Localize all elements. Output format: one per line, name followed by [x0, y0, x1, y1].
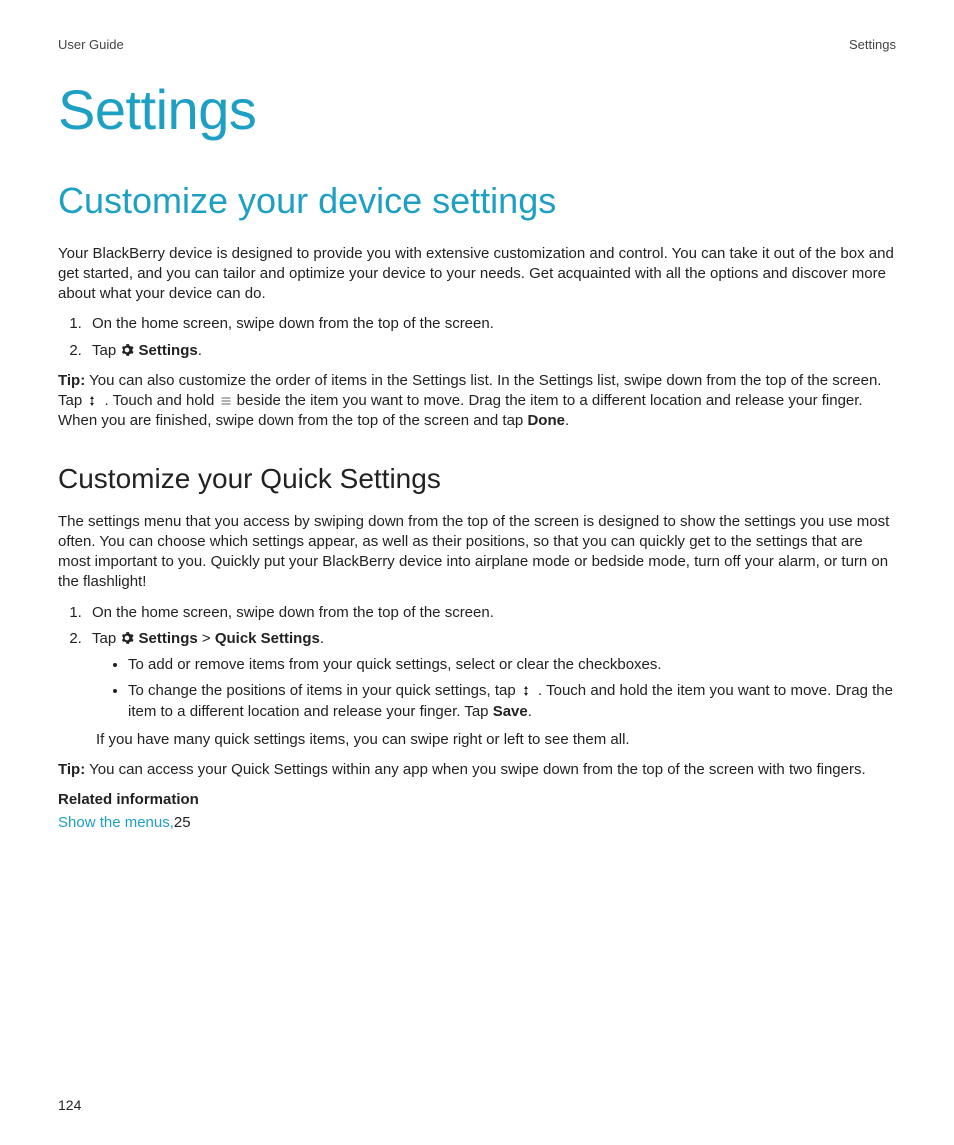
- quick-settings-label: Quick Settings: [215, 630, 320, 647]
- gear-icon: [120, 343, 134, 357]
- bullet-list: To add or remove items from your quick s…: [92, 655, 896, 722]
- section-heading-customize: Customize your device settings: [58, 177, 896, 226]
- step-2: Tap Settings.: [86, 341, 896, 361]
- tip-2-text: You can access your Quick Settings withi…: [85, 761, 865, 778]
- step2-2-post: .: [320, 630, 324, 647]
- bullet-2-c: .: [528, 703, 532, 720]
- bullet-2-a: To change the positions of items in your…: [128, 682, 520, 699]
- document-page: User Guide Settings Settings Customize y…: [0, 0, 954, 1145]
- page-title: Settings: [58, 72, 896, 148]
- header-left: User Guide: [58, 36, 124, 54]
- done-label: Done: [527, 412, 565, 429]
- tip-1-text-d: .: [565, 412, 569, 429]
- related-page: 25: [174, 814, 191, 831]
- bullet-2: To change the positions of items in your…: [128, 681, 896, 722]
- save-label: Save: [493, 703, 528, 720]
- settings-label-2: Settings: [139, 630, 198, 647]
- step-2-text-post: .: [198, 342, 202, 359]
- tip-1-text-b: . Touch and hold: [100, 392, 218, 409]
- related-info-heading: Related information: [58, 790, 896, 810]
- related-link[interactable]: Show the menus,: [58, 814, 174, 831]
- step-1: On the home screen, swipe down from the …: [86, 314, 896, 334]
- step2-2-sep: >: [198, 630, 215, 647]
- related-info-line: Show the menus,25: [58, 813, 896, 833]
- subsection-heading-quick: Customize your Quick Settings: [58, 460, 896, 498]
- page-number: 124: [58, 1096, 81, 1115]
- reorder-arrows-icon: [86, 393, 100, 407]
- menu-lines-icon: [219, 393, 233, 407]
- running-header: User Guide Settings: [58, 36, 896, 54]
- step2-2-pre: Tap: [92, 630, 120, 647]
- settings-label: Settings: [139, 342, 198, 359]
- bullet-1: To add or remove items from your quick s…: [128, 655, 896, 675]
- step2-2: Tap Settings > Quick Settings. To add or…: [86, 629, 896, 750]
- steps-list-2: On the home screen, swipe down from the …: [58, 603, 896, 751]
- gear-icon: [120, 631, 134, 645]
- step2-1: On the home screen, swipe down from the …: [86, 603, 896, 623]
- step-2-text-pre: Tap: [92, 342, 120, 359]
- tip-2: Tip: You can access your Quick Settings …: [58, 760, 896, 780]
- reorder-arrows-icon: [520, 683, 534, 697]
- tip-1: Tip: You can also customize the order of…: [58, 371, 896, 432]
- steps-list-1: On the home screen, swipe down from the …: [58, 314, 896, 361]
- intro-paragraph: Your BlackBerry device is designed to pr…: [58, 244, 896, 305]
- quick-intro-paragraph: The settings menu that you access by swi…: [58, 512, 896, 593]
- header-right: Settings: [849, 36, 896, 54]
- tip-label: Tip:: [58, 372, 85, 389]
- after-bullets-text: If you have many quick settings items, y…: [96, 730, 896, 750]
- tip-label-2: Tip:: [58, 761, 85, 778]
